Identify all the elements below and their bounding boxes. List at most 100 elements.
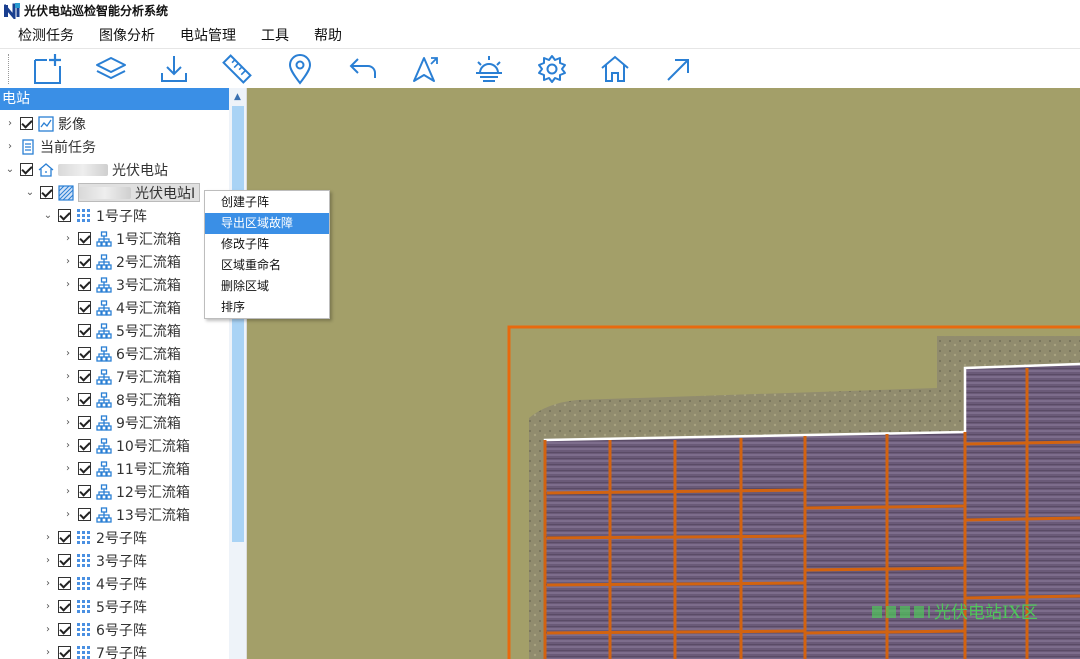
chevron-right-icon[interactable]: › <box>62 509 74 521</box>
chevron-down-icon[interactable]: ⌄ <box>42 210 54 222</box>
chevron-right-icon[interactable]: › <box>62 463 74 475</box>
tree-node-current-task[interactable]: › 当前任务 <box>0 135 229 158</box>
scroll-up-icon[interactable]: ▲ <box>229 88 246 105</box>
chevron-right-icon[interactable] <box>62 302 74 314</box>
chevron-right-icon[interactable]: › <box>62 233 74 245</box>
checkbox[interactable] <box>78 508 91 521</box>
tree-node-station[interactable]: ⌄ 光伏电站 <box>0 158 229 181</box>
checkbox[interactable] <box>78 393 91 406</box>
chevron-right-icon[interactable]: › <box>4 118 16 130</box>
checkbox[interactable] <box>58 646 71 659</box>
chevron-right-icon[interactable]: › <box>42 555 54 567</box>
checkbox[interactable] <box>58 554 71 567</box>
tree-node-combiner-box[interactable]: › 2号汇流箱 <box>0 250 229 273</box>
download-button[interactable] <box>142 50 205 88</box>
chevron-right-icon[interactable]: › <box>62 279 74 291</box>
chevron-right-icon[interactable]: › <box>42 601 54 613</box>
chevron-right-icon[interactable]: › <box>62 371 74 383</box>
settings-button[interactable] <box>520 50 583 88</box>
checkbox[interactable] <box>78 416 91 429</box>
checkbox[interactable] <box>78 232 91 245</box>
chevron-right-icon[interactable]: › <box>62 486 74 498</box>
new-task-button[interactable] <box>16 50 79 88</box>
layers-button[interactable] <box>79 50 142 88</box>
menu-detection-tasks[interactable]: 检测任务 <box>8 25 84 45</box>
chevron-down-icon[interactable]: ⌄ <box>24 187 36 199</box>
tree-node-combiner-box[interactable]: › 10号汇流箱 <box>0 434 229 457</box>
ruler-button[interactable] <box>205 50 268 88</box>
chevron-right-icon[interactable]: › <box>42 624 54 636</box>
checkbox[interactable] <box>58 623 71 636</box>
arrow-button[interactable] <box>646 50 709 88</box>
selected-area-label[interactable]: 光伏电站I <box>78 183 201 202</box>
tree-node-combiner-box[interactable]: › 11号汇流箱 <box>0 457 229 480</box>
checkbox[interactable] <box>78 439 91 452</box>
checkbox[interactable] <box>78 347 91 360</box>
tree-node-combiner-box[interactable]: › 13号汇流箱 <box>0 503 229 526</box>
tree-node-combiner-box[interactable]: › 1号汇流箱 <box>0 227 229 250</box>
tree-node-combiner-box[interactable]: › 9号汇流箱 <box>0 411 229 434</box>
sunrise-button[interactable] <box>457 50 520 88</box>
tree-node-images[interactable]: › 影像 <box>0 112 229 135</box>
checkbox[interactable] <box>78 324 91 337</box>
checkbox[interactable] <box>78 485 91 498</box>
chevron-down-icon[interactable]: ⌄ <box>4 164 16 176</box>
vertical-scrollbar[interactable]: ▲ <box>229 88 246 659</box>
menu-item-delete-area[interactable]: 删除区域 <box>205 276 329 297</box>
undo-button[interactable] <box>331 50 394 88</box>
tree-node-subarray[interactable]: › 2号子阵 <box>0 526 229 549</box>
checkbox[interactable] <box>58 531 71 544</box>
checkbox[interactable] <box>78 462 91 475</box>
tree-node-combiner-box[interactable]: 4号汇流箱 <box>0 296 229 319</box>
tree-node-combiner-box[interactable]: › 12号汇流箱 <box>0 480 229 503</box>
checkbox[interactable] <box>58 209 71 222</box>
tree-node-subarray[interactable]: › 5号子阵 <box>0 595 229 618</box>
tree-node-combiner-box[interactable]: › 7号汇流箱 <box>0 365 229 388</box>
tree-node-subarray[interactable]: › 4号子阵 <box>0 572 229 595</box>
chevron-right-icon[interactable]: › <box>42 647 54 659</box>
menu-tools[interactable]: 工具 <box>251 25 299 45</box>
flight-button[interactable] <box>394 50 457 88</box>
checkbox[interactable] <box>58 600 71 613</box>
menu-station-management[interactable]: 电站管理 <box>170 25 246 45</box>
chevron-right-icon[interactable]: › <box>4 141 16 153</box>
chevron-right-icon[interactable]: › <box>62 417 74 429</box>
location-button[interactable] <box>268 50 331 88</box>
chevron-right-icon[interactable]: › <box>62 394 74 406</box>
chevron-right-icon[interactable]: › <box>62 256 74 268</box>
menu-item-rename-area[interactable]: 区域重命名 <box>205 255 329 276</box>
chevron-right-icon[interactable]: › <box>62 348 74 360</box>
chevron-right-icon[interactable]: › <box>62 440 74 452</box>
toolbar-grip[interactable] <box>8 53 10 84</box>
tree-node-combiner-box[interactable]: › 3号汇流箱 <box>0 273 229 296</box>
map-view[interactable]: 光伏电站IX区 <box>247 88 1080 659</box>
tree-node-combiner-box[interactable]: 5号汇流箱 <box>0 319 229 342</box>
menu-item-export-area-faults[interactable]: 导出区域故障 <box>205 213 329 234</box>
chevron-right-icon[interactable] <box>62 325 74 337</box>
tree-node-combiner-box[interactable]: › 8号汇流箱 <box>0 388 229 411</box>
checkbox[interactable] <box>78 301 91 314</box>
menu-item-modify-subarray[interactable]: 修改子阵 <box>205 234 329 255</box>
tree-node-subarray[interactable]: › 6号子阵 <box>0 618 229 641</box>
map-canvas[interactable] <box>247 88 1080 659</box>
checkbox[interactable] <box>78 255 91 268</box>
chevron-right-icon[interactable]: › <box>42 578 54 590</box>
checkbox[interactable] <box>20 117 33 130</box>
checkbox[interactable] <box>20 163 33 176</box>
menu-item-sort[interactable]: 排序 <box>205 297 329 318</box>
menu-image-analysis[interactable]: 图像分析 <box>89 25 165 45</box>
chevron-right-icon[interactable]: › <box>42 532 54 544</box>
checkbox[interactable] <box>40 186 53 199</box>
checkbox[interactable] <box>78 278 91 291</box>
tree-node-area[interactable]: ⌄ 光伏电站I <box>0 181 229 204</box>
tree-node-subarray[interactable]: › 7号子阵 <box>0 641 229 659</box>
menu-item-create-subarray[interactable]: 创建子阵 <box>205 192 329 213</box>
tree-node-subarray[interactable]: ⌄ 1号子阵 <box>0 204 229 227</box>
scrollbar-thumb[interactable] <box>232 106 244 542</box>
checkbox[interactable] <box>58 577 71 590</box>
home-button[interactable] <box>583 50 646 88</box>
tree-node-subarray[interactable]: › 3号子阵 <box>0 549 229 572</box>
checkbox[interactable] <box>78 370 91 383</box>
tree-node-combiner-box[interactable]: › 6号汇流箱 <box>0 342 229 365</box>
menu-help[interactable]: 帮助 <box>304 25 352 45</box>
